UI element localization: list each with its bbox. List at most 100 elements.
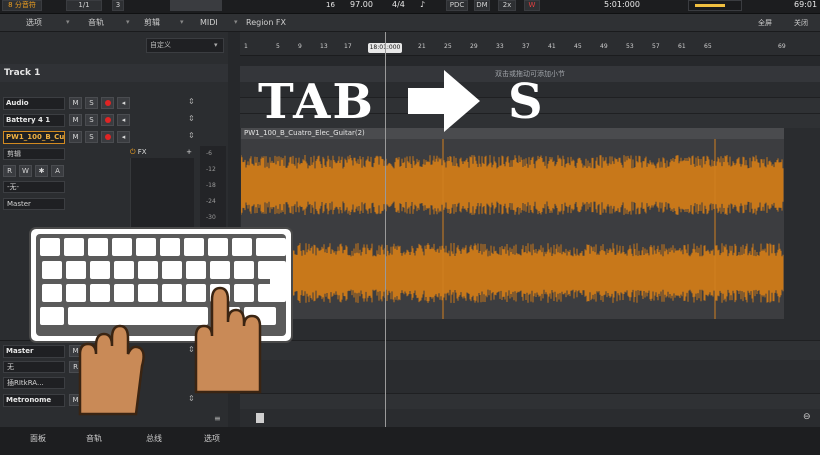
bar-number: 9 <box>298 43 302 50</box>
power-icon[interactable]: ⏻ <box>130 148 136 156</box>
pdc-button[interactable]: PDC <box>446 0 468 11</box>
keyboard-key <box>138 261 158 279</box>
bar-number: 65 <box>704 43 712 50</box>
record-arm-button[interactable] <box>101 97 114 109</box>
clip-track-label[interactable]: PW1_100_B_Cu <box>3 131 65 144</box>
menu-region-fx[interactable]: Region FX <box>246 16 286 30</box>
menu-clips[interactable]: 剪辑 <box>144 16 160 30</box>
speaker-icon[interactable]: ◂ <box>117 97 130 109</box>
waveform <box>240 139 784 319</box>
preset-dropdown[interactable]: 自定义 <box>146 38 224 53</box>
keyboard-key <box>42 261 62 279</box>
tab-tracks[interactable]: 音轨 <box>86 433 102 444</box>
keyboard-key <box>264 238 286 256</box>
menu-midi[interactable]: MIDI <box>200 16 218 30</box>
bar-number: 13 <box>320 43 328 50</box>
keyboard-key <box>114 261 134 279</box>
speaker-icon[interactable]: ◂ <box>117 131 130 143</box>
keyboard-key <box>42 284 62 302</box>
solo-button[interactable]: S <box>85 97 98 109</box>
solo-button[interactable]: S <box>85 131 98 143</box>
bar-number: 29 <box>470 43 478 50</box>
transport-bar: 8 分音符 1/1 3 16 97.00 4/4 ♪ PDC DM 2x W 5… <box>0 0 820 14</box>
bar-number: 45 <box>574 43 582 50</box>
close-button[interactable]: 关闭 <box>794 16 808 30</box>
fullscreen-button[interactable]: 全屏 <box>758 16 772 30</box>
bar-number: 41 <box>548 43 556 50</box>
chevron-down-icon[interactable]: ▾ <box>214 41 218 49</box>
tab-buses[interactable]: 总线 <box>146 433 162 444</box>
keyboard-key <box>162 261 182 279</box>
master-lane[interactable] <box>240 340 820 360</box>
transport-progress[interactable] <box>170 0 222 11</box>
audio-input-label[interactable]: Audio <box>3 97 65 110</box>
track-title: Track 1 <box>0 64 228 82</box>
playhead[interactable] <box>385 32 386 427</box>
bar-number: 25 <box>444 43 452 50</box>
solo-button[interactable]: S <box>85 114 98 126</box>
record-arm-button[interactable] <box>101 131 114 143</box>
edit-dropdown[interactable]: 剪辑 <box>3 148 65 160</box>
overlay-s-key: S <box>508 74 545 130</box>
record-arm-button[interactable] <box>101 114 114 126</box>
expand-icon[interactable]: ⇕ <box>188 131 195 140</box>
menu-options[interactable]: 选项 <box>26 16 42 30</box>
count-value[interactable]: 3 <box>112 0 124 11</box>
bottom-bar <box>0 427 820 455</box>
freeze-button[interactable]: ✱ <box>35 165 48 177</box>
speed-button[interactable]: 2x <box>498 0 516 11</box>
timeline-ruler[interactable]: 1 5 9 13 17 21 25 29 33 37 41 45 49 53 5… <box>240 32 820 56</box>
keyboard-key <box>138 284 158 302</box>
tab-options[interactable]: 选项 <box>204 433 220 444</box>
archive-button[interactable]: A <box>51 165 64 177</box>
tab-console[interactable]: 面板 <box>30 433 46 444</box>
mute-button[interactable]: M <box>69 97 82 109</box>
waveform-channel-right <box>240 243 784 303</box>
meter-tick: -6 <box>206 150 212 157</box>
keyboard-key <box>66 261 86 279</box>
mute-button[interactable]: M <box>69 114 82 126</box>
expand-icon[interactable]: ⇕ <box>188 114 195 123</box>
keyboard-key <box>160 238 180 256</box>
keyboard-key <box>136 238 156 256</box>
keyboard-key <box>186 284 206 302</box>
keyboard-key <box>210 261 230 279</box>
level-meter <box>688 0 742 11</box>
keyboard-hands-icon <box>29 227 293 416</box>
time-display: 5:01:000 <box>604 0 640 9</box>
fx-label: FX <box>137 148 147 156</box>
right-counter: 69:01 <box>794 0 818 9</box>
time-signature[interactable]: 4/4 <box>392 0 405 10</box>
menu-arrow-icon: ▾ <box>66 18 70 26</box>
speaker-icon[interactable]: ◂ <box>117 114 130 126</box>
quantize-fraction[interactable]: 1/1 <box>66 0 102 11</box>
bar-number: 49 <box>600 43 608 50</box>
write-automation-button[interactable]: W <box>19 165 32 177</box>
zoom-icon[interactable]: ⊖ <box>803 412 811 422</box>
input-dropdown[interactable]: -无- <box>3 181 65 193</box>
expand-icon[interactable]: ⇕ <box>188 97 195 106</box>
keyboard-key <box>184 238 204 256</box>
bar-number: 61 <box>678 43 686 50</box>
overlay-tab-key: TAB <box>258 74 375 130</box>
read-automation-button[interactable]: R <box>3 165 16 177</box>
metronome-lane[interactable] <box>240 393 820 409</box>
metronome-icon[interactable]: ♪ <box>420 0 425 10</box>
keyboard-key <box>112 238 132 256</box>
dm-button[interactable]: DM <box>474 0 490 11</box>
right-arrow-icon <box>408 70 480 132</box>
output-dropdown[interactable]: Master <box>3 198 65 210</box>
fx-bin-header[interactable]: ⏻ FX + <box>130 146 194 158</box>
bar-number: 33 <box>496 43 504 50</box>
bar-number: 17 <box>344 43 352 50</box>
wave-icon[interactable]: W <box>524 0 540 11</box>
snap-value[interactable]: 8 分音符 <box>2 0 42 11</box>
tempo-value[interactable]: 97.00 <box>350 0 373 10</box>
add-fx-icon[interactable]: + <box>186 146 192 158</box>
mute-button[interactable]: M <box>69 131 82 143</box>
audio-clip[interactable] <box>240 139 784 319</box>
keyboard-key <box>40 307 64 325</box>
instrument-label[interactable]: Battery 4 1 <box>3 114 65 127</box>
meter-tick: -18 <box>206 182 216 189</box>
menu-tracks[interactable]: 音轨 <box>88 16 104 30</box>
